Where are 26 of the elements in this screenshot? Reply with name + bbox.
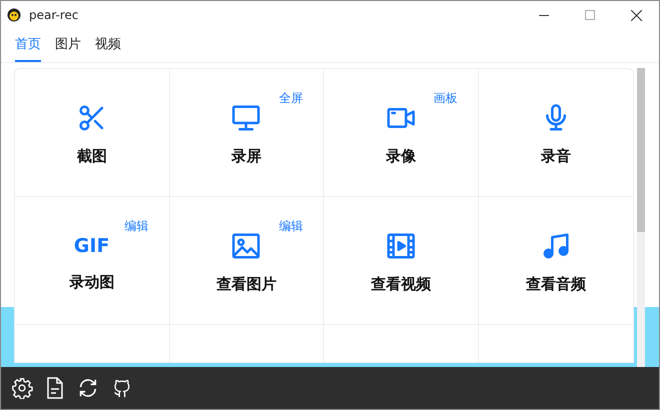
tab[interactable]: 图片 [55, 34, 81, 62]
tile-label[interactable]: 查看视频 [370, 273, 431, 296]
tile-label[interactable]: 截图 [76, 145, 107, 168]
tile-label[interactable]: 录像 [386, 145, 416, 168]
refresh-icon[interactable] [77, 377, 99, 399]
tile-tag-link[interactable]: 全屏 [279, 89, 303, 107]
tab[interactable]: 视频 [95, 34, 121, 62]
tile-tag-link[interactable]: 编辑 [279, 217, 303, 235]
document-icon[interactable] [45, 377, 65, 399]
music-note-icon [540, 231, 571, 262]
app-icon [7, 8, 21, 22]
tile-label[interactable]: 查看图片 [216, 273, 276, 296]
film-icon [386, 231, 416, 262]
monitor-icon [231, 103, 262, 134]
tile-label[interactable]: 录动图 [69, 271, 114, 294]
close-icon[interactable] [630, 10, 642, 20]
window-title: pear-rec [29, 7, 78, 24]
image-icon [231, 231, 262, 262]
tile-tag-link[interactable]: 画板 [434, 89, 458, 107]
scrollbar[interactable] [637, 68, 645, 367]
tile-tag-link[interactable]: 编辑 [124, 217, 148, 235]
tile-label[interactable]: 录音 [540, 145, 571, 168]
tile-label[interactable]: 查看音频 [526, 273, 586, 296]
gif-icon-text: GIF [74, 234, 110, 260]
settings-icon[interactable] [11, 377, 33, 399]
tile-label[interactable]: 录屏 [231, 145, 262, 168]
